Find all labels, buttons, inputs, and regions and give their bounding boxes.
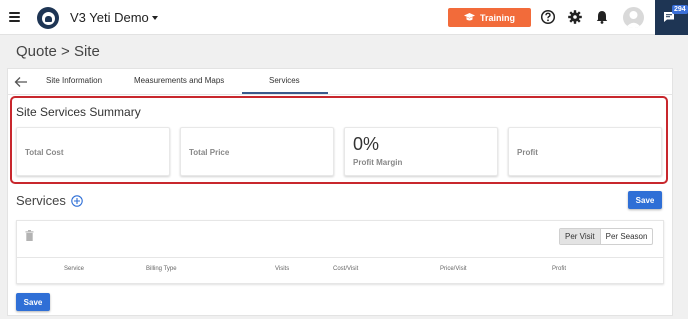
tab-services[interactable]: Services <box>269 76 300 85</box>
toggle-per-season[interactable]: Per Season <box>601 229 653 244</box>
stat-value: 0% <box>353 134 380 154</box>
stat-label: Total Cost <box>25 148 64 157</box>
column-header-price-visit: Price/Visit <box>440 266 467 272</box>
tab-site-information[interactable]: Site Information <box>46 76 102 85</box>
stat-card-profit: Profit <box>508 127 662 176</box>
training-button[interactable]: Training <box>448 8 531 27</box>
stat-card-total-cost: Total Cost <box>16 127 170 176</box>
graduation-cap-icon <box>463 13 475 21</box>
stat-label: Profit Margin <box>353 158 403 167</box>
user-silhouette-icon <box>625 11 642 28</box>
column-header-visits: Visits <box>275 266 290 272</box>
tabs-divider <box>7 94 673 95</box>
save-button-top[interactable]: Save <box>628 191 662 209</box>
stat-label: Total Price <box>189 148 230 157</box>
dropdown-caret-icon[interactable] <box>152 16 158 20</box>
app-title[interactable]: V3 Yeti Demo <box>70 10 149 25</box>
billing-view-toggle: Per Visit Per Season <box>559 228 654 245</box>
save-button-bottom[interactable]: Save <box>16 293 50 311</box>
stat-card-total-price: Total Price <box>180 127 334 176</box>
avatar[interactable] <box>623 7 644 28</box>
training-label: Training <box>479 12 515 23</box>
stat-label: Profit <box>517 148 538 157</box>
tab-measurements-and-maps[interactable]: Measurements and Maps <box>134 76 224 85</box>
column-header-profit: Profit <box>552 266 567 272</box>
help-icon[interactable] <box>540 9 556 25</box>
back-arrow-icon[interactable] <box>14 76 28 88</box>
breadcrumb: Quote > Site <box>16 43 100 60</box>
trash-icon[interactable] <box>25 230 34 241</box>
bell-icon[interactable] <box>594 9 610 25</box>
menu-icon[interactable] <box>9 12 20 22</box>
column-header-service: Service <box>64 266 85 272</box>
services-title: Services <box>16 193 66 208</box>
column-header-billing-type: Billing Type <box>146 266 177 272</box>
notification-badge: 294 <box>672 5 688 14</box>
app-logo[interactable] <box>37 7 59 29</box>
table-divider <box>16 257 664 258</box>
gear-icon[interactable] <box>567 9 583 25</box>
stat-card-profit-margin: 0% Profit Margin <box>344 127 498 176</box>
add-service-icon[interactable] <box>71 195 83 207</box>
summary-title: Site Services Summary <box>16 105 141 119</box>
toggle-per-visit[interactable]: Per Visit <box>560 229 601 244</box>
column-header-cost-visit: Cost/Visit <box>333 266 359 272</box>
